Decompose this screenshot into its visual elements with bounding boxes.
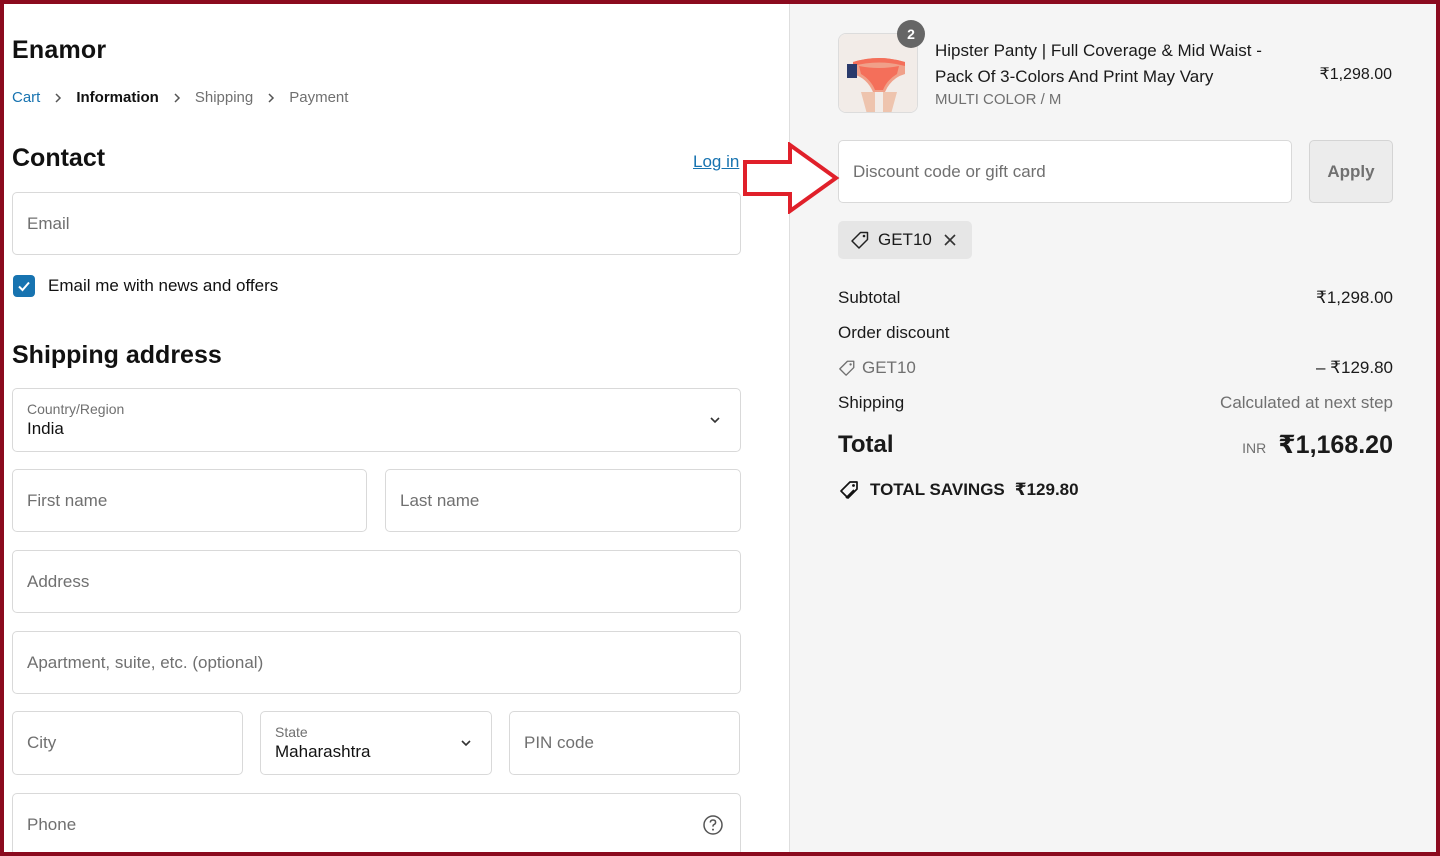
last-name-placeholder: Last name [400,490,480,510]
shipping-value: Calculated at next step [1220,393,1393,412]
city-field[interactable]: City [12,711,243,775]
subtotal-row: Subtotal ₹1,298.00 [838,288,1393,308]
applied-discount-code: GET10 [878,230,932,249]
chevron-right-icon [159,92,195,103]
first-name-placeholder: First name [27,490,108,510]
chevron-right-icon [40,92,76,103]
first-name-field[interactable]: First name [12,469,367,532]
pin-code-field[interactable]: PIN code [509,711,740,775]
product-title: Hipster Panty | Full Coverage & Mid Wais… [935,41,1262,86]
discount-code-label: GET10 [862,358,916,377]
breadcrumb-shipping: Shipping [194,89,254,106]
chevron-down-icon [461,740,471,747]
country-label: Country/Region [27,401,125,417]
tag-icon [839,360,855,376]
newsletter-checkbox[interactable] [13,275,35,297]
applied-discount-chip: GET10 [838,221,972,259]
city-placeholder: City [27,733,57,752]
breadcrumb: Cart Information Shipping Payment [12,89,348,106]
country-select[interactable]: Country/Region India [12,388,741,452]
shipping-label: Shipping [838,393,905,412]
checkout-form-column: Enamor Cart Information Shipping Payment… [0,0,789,856]
store-name: Enamor [12,36,107,64]
chevron-right-icon [253,92,289,103]
total-savings: TOTAL SAVINGS ₹129.80 [838,479,1079,501]
order-discount-row: Order discount [838,323,1393,343]
phone-placeholder: Phone [27,814,77,834]
apply-button[interactable]: Apply [1309,140,1393,203]
email-placeholder: Email [27,213,70,233]
checkmark-icon [18,281,30,292]
total-value: ₹1,168.20 [1278,431,1393,459]
apartment-placeholder: Apartment, suite, etc. (optional) [27,652,264,672]
total-label: Total [838,431,894,458]
discount-code-input[interactable]: Discount code or gift card [838,140,1292,203]
state-label: State [275,724,308,740]
address-field[interactable]: Address [12,550,741,613]
breadcrumb-information: Information [76,89,159,106]
discount-placeholder: Discount code or gift card [853,161,1046,181]
annotation-arrow-icon [743,142,840,214]
quantity-badge: 2 [897,20,925,48]
subtotal-value: ₹1,298.00 [1316,288,1393,307]
savings-label: TOTAL SAVINGS [870,480,1005,499]
state-select[interactable]: State Maharashtra [260,711,492,775]
shipping-row: Shipping Calculated at next step [838,393,1393,413]
discount-amount: – ₹129.80 [1316,358,1393,377]
close-icon[interactable] [940,230,960,250]
state-value: Maharashtra [275,742,371,761]
newsletter-label: Email me with news and offers [48,276,279,295]
total-row: Total INR ₹1,168.20 [838,430,1393,460]
apartment-field[interactable]: Apartment, suite, etc. (optional) [12,631,741,694]
order-summary-column: 2 Hipster Panty | Full Coverage & Mid Wa… [789,0,1440,856]
country-value: India [27,419,64,438]
breadcrumb-payment: Payment [289,89,349,106]
last-name-field[interactable]: Last name [385,469,741,532]
shipping-address-heading: Shipping address [12,341,222,369]
help-circle-icon[interactable] [702,814,724,836]
phone-field[interactable]: Phone [12,793,741,856]
pin-code-placeholder: PIN code [524,733,594,752]
savings-value: ₹129.80 [1014,480,1079,499]
email-field[interactable]: Email [12,192,741,255]
product-price: ₹1,298.00 [1319,66,1392,83]
breadcrumb-cart[interactable]: Cart [12,89,40,106]
tags-icon [840,481,858,499]
discount-code-row: GET10 – ₹129.80 [838,358,1393,378]
login-link[interactable]: Log in [693,152,739,172]
chevron-down-icon [710,417,720,424]
address-placeholder: Address [27,571,90,591]
total-currency: INR [1242,440,1267,456]
contact-heading: Contact [12,144,106,172]
tag-icon [851,231,869,249]
subtotal-label: Subtotal [838,288,901,307]
order-discount-label: Order discount [838,323,950,342]
product-variant: MULTI COLOR / M [935,91,1062,108]
